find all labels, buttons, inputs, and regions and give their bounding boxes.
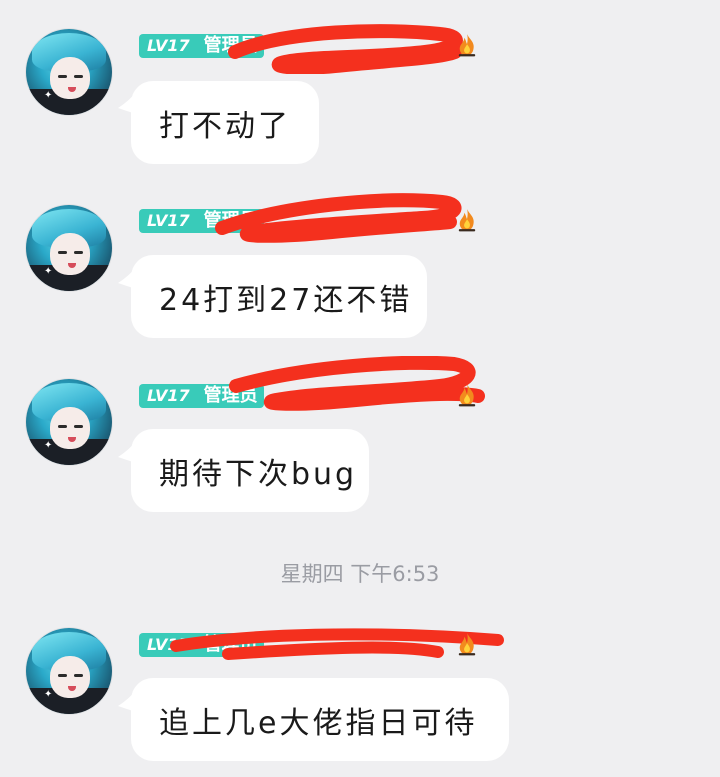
sender-header: LV17 管理员 [139,208,264,234]
timestamp-divider: 星期四 下午6:53 [280,562,440,586]
message-bubble[interactable]: 期待下次bug [131,429,369,512]
redaction-scribble [229,356,485,411]
avatar[interactable]: ✦ [26,379,112,465]
avatar[interactable]: ✦ [26,205,112,291]
role-badge: 管理员 [197,209,264,233]
message-bubble[interactable]: 24打到27还不错 [131,255,427,338]
avatar[interactable]: ✦ [26,628,112,714]
level-badge: LV17 [139,34,198,58]
level-badge: LV17 [139,209,198,233]
sender-header: LV17 管理员 [139,383,264,409]
role-badge: 管理员 [197,34,264,58]
fire-icon [458,633,476,656]
fire-icon [458,34,476,57]
sender-header: LV17 管理员 [139,33,264,59]
avatar[interactable]: ✦ [26,29,112,115]
level-badge: LV17 [139,384,198,408]
level-badge: LV17 [139,633,198,657]
role-badge: 管理员 [197,633,264,657]
message-bubble[interactable]: 打不动了 [131,81,319,164]
chat-window: ✦ LV17 管理员 打不动了 ✦ LV17 管理员 24打到27还不错 ✦ L… [0,0,720,777]
redaction-scribble [228,24,463,74]
sender-header: LV17 管理员 [139,632,264,658]
fire-icon [458,209,476,232]
message-bubble[interactable]: 追上几e大佬指日可待 [131,678,509,761]
role-badge: 管理员 [197,384,264,408]
fire-icon [458,384,476,407]
